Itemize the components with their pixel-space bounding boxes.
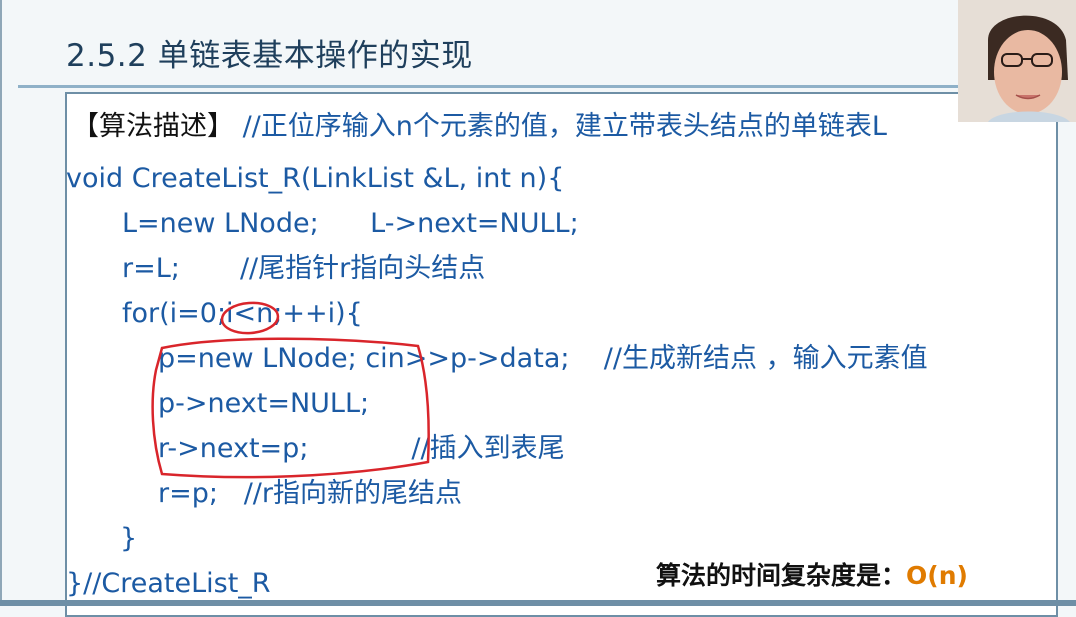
pen-annotation-layer bbox=[151, 301, 430, 479]
instructor-avatar bbox=[958, 0, 1076, 122]
ink-rectangle-loop-body bbox=[151, 337, 430, 479]
ink-circle-loop-condition bbox=[220, 301, 280, 335]
instructor-webcam bbox=[958, 0, 1076, 122]
slide-bottom-bar bbox=[0, 600, 1076, 606]
